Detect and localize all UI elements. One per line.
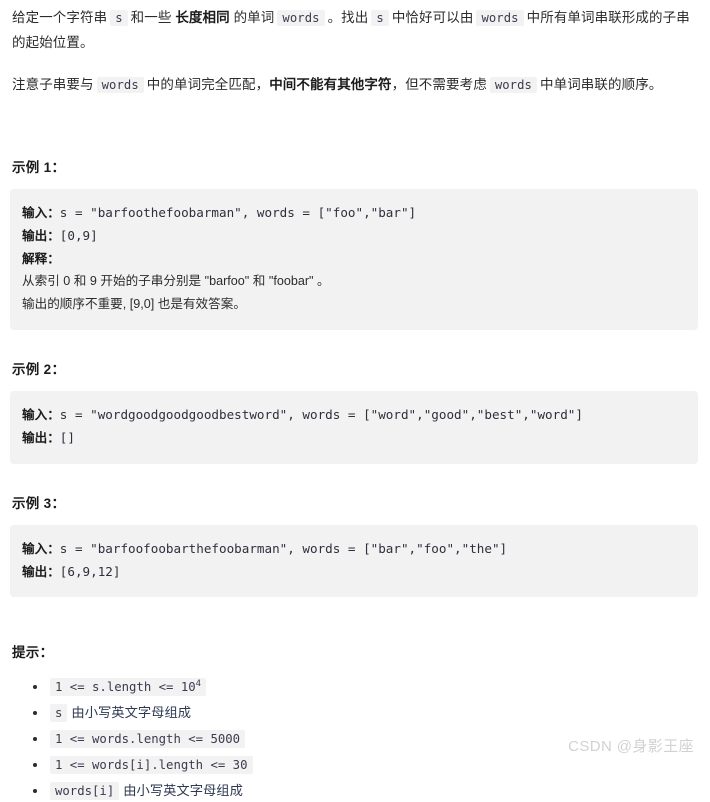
hint-text: 由小写英文字母组成 <box>123 782 243 798</box>
code-line-label: 输出： <box>22 564 60 579</box>
hint-code: s <box>50 704 68 723</box>
inline-code-words: words <box>277 10 325 26</box>
hint-code-text: s <box>55 706 63 721</box>
code-line: 输入：s = "wordgoodgoodgoodbestword", words… <box>22 404 684 427</box>
intro-p2-seg3: ，但不需要考虑 <box>391 77 487 93</box>
code-line: 解释： <box>22 248 684 271</box>
code-line-value: [0,9] <box>59 227 98 243</box>
hint-code-text: words[i] <box>55 783 115 798</box>
hint-item: s 由小写英文字母组成 <box>33 703 700 724</box>
problem-description-page: 给定一个字符串 s 和一些 长度相同 的单词 words 。找出 s 中恰好可以由 words… <box>0 0 710 802</box>
code-line: 输入：s = "barfoofoobarthefoobarman", words… <box>22 538 684 561</box>
code-line: 输出：[] <box>22 427 684 450</box>
intro-p1-seg4: 。找出 <box>327 10 369 25</box>
intro-p2-seg1: 注意子串要与 <box>12 77 94 93</box>
inline-code-words-3: words <box>96 77 144 94</box>
code-line-label: 输出： <box>22 228 60 243</box>
code-line-label: 解释： <box>22 251 60 266</box>
hint-code: words[i] <box>50 781 120 800</box>
code-line: 输入：s = "barfoothefoobarman", words = ["f… <box>22 202 684 225</box>
code-line-value: [] <box>59 429 75 445</box>
code-line: 输出：[0,9] <box>22 225 684 248</box>
hint-code: 1 <= s.length <= 104 <box>50 678 207 697</box>
code-line: 输出：[6,9,12] <box>22 561 684 584</box>
example-3-heading: 示例 3： <box>12 495 66 511</box>
code-line-value: s = "barfoofoobarthefoobarman", words = … <box>59 541 508 557</box>
code-line-label: 输入： <box>22 206 60 221</box>
code-line-chinese: 从索引 0 和 9 开始的子串分别是 "barfoo" 和 "foobar" 。 <box>22 274 330 289</box>
hint-code-text: 1 <= s.length <= 10 <box>55 680 196 695</box>
intro-p1-seg3: 的单词 <box>233 10 275 25</box>
code-line-chinese: 输出的顺序不重要, [9,0] 也是有效答案。 <box>22 296 246 311</box>
example-2-codeblock: 输入：s = "wordgoodgoodgoodbestword", words… <box>10 391 698 464</box>
code-line-value: s = "barfoothefoobarman", words = ["foo"… <box>59 205 417 221</box>
hints-heading: 提示： <box>12 645 54 661</box>
code-line-value: s = "wordgoodgoodgoodbestword", words = … <box>59 407 583 423</box>
hint-code-text: 1 <= words.length <= 5000 <box>55 731 241 746</box>
hint-text: 由小写英文字母组成 <box>71 705 192 721</box>
example-3-codeblock: 输入：s = "barfoofoobarthefoobarman", words… <box>10 525 698 598</box>
intro-paragraph-2: 注意子串要与 words 中的单词完全匹配，中间不能有其他字符，但不需要考虑 word… <box>10 73 700 98</box>
example-1-codeblock: 输入：s = "barfoothefoobarman", words = ["f… <box>10 189 698 330</box>
intro-p2-seg2: 中的单词完全匹配， <box>146 77 270 93</box>
intro-p1-seg2: 和一些 <box>130 10 172 25</box>
example-2-heading: 示例 2： <box>12 361 66 377</box>
intro-p2-bold-no-other-chars: 中间不能有其他字符 <box>269 77 392 93</box>
hint-exponent: 4 <box>195 679 202 689</box>
intro-paragraph-1: 给定一个字符串 s 和一些 长度相同 的单词 words 。找出 s 中恰好可以由 words… <box>10 6 700 55</box>
code-line-label: 输入： <box>22 408 60 423</box>
hint-code: 1 <= words[i].length <= 30 <box>50 755 253 774</box>
inline-code-words-2: words <box>476 10 524 26</box>
intro-p1-bold-same-length: 长度相同 <box>175 10 230 25</box>
code-line: 输出的顺序不重要, [9,0] 也是有效答案。 <box>22 293 684 316</box>
inline-code-s: s <box>110 10 128 26</box>
hint-code: 1 <= words.length <= 5000 <box>50 729 246 748</box>
hint-item: 1 <= s.length <= 104 <box>33 677 700 698</box>
code-line: 从索引 0 和 9 开始的子串分别是 "barfoo" 和 "foobar" 。 <box>22 270 684 293</box>
code-line-value: [6,9,12] <box>59 563 121 579</box>
intro-p1-seg1: 给定一个字符串 <box>12 10 108 25</box>
intro-p2-seg4: 中单词串联的顺序。 <box>540 77 663 93</box>
csdn-watermark: CSDN @身影王座 <box>568 737 694 755</box>
code-line-label: 输出： <box>22 430 60 445</box>
hint-item: words[i] 由小写英文字母组成 <box>33 781 700 802</box>
inline-code-words-4: words <box>489 77 537 94</box>
code-line-label: 输入： <box>22 542 60 557</box>
example-1-heading: 示例 1： <box>12 159 66 175</box>
intro-p1-seg5: 中恰好可以由 <box>391 10 474 25</box>
inline-code-s-2: s <box>371 10 389 26</box>
